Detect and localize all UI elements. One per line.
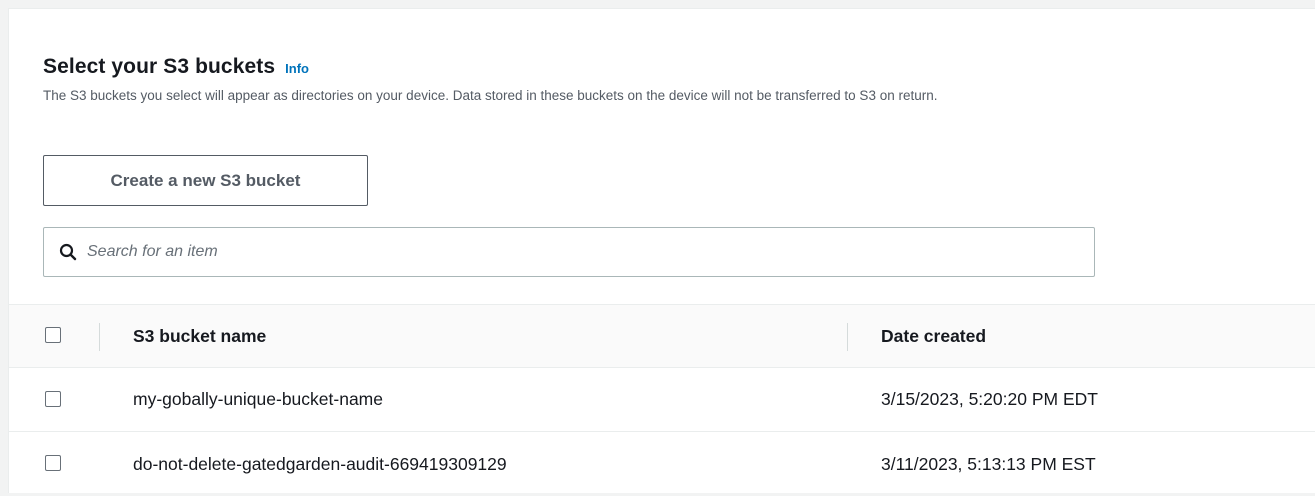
search-input[interactable]: [87, 243, 987, 261]
date-created-cell: 3/15/2023, 5:20:20 PM EDT: [881, 389, 1098, 409]
bucket-name-cell: do-not-delete-gatedgarden-audit-66941930…: [133, 453, 507, 474]
column-header-date-created[interactable]: Date created: [881, 305, 986, 367]
section-title: Select your S3 buckets: [43, 55, 276, 78]
table-header: S3 bucket name Date created: [9, 304, 1315, 368]
table-row[interactable]: do-not-delete-gatedgarden-audit-66941930…: [9, 432, 1315, 496]
section-header: Select your S3 buckets Info The S3 bucke…: [43, 55, 1275, 105]
row-checkbox[interactable]: [45, 455, 61, 471]
search-icon: [57, 241, 79, 263]
info-link[interactable]: Info: [285, 61, 309, 76]
bucket-table: S3 bucket name Date created my-gobally-u…: [9, 304, 1315, 496]
create-bucket-button[interactable]: Create a new S3 bucket: [43, 155, 368, 206]
s3-bucket-selection-panel: Select your S3 buckets Info The S3 bucke…: [8, 8, 1315, 493]
column-divider: [99, 323, 100, 351]
column-divider: [847, 323, 848, 351]
bucket-name-cell: my-gobally-unique-bucket-name: [133, 389, 383, 409]
section-description: The S3 buckets you select will appear as…: [43, 88, 938, 103]
column-header-bucket-name[interactable]: S3 bucket name: [133, 305, 266, 367]
title-row: Select your S3 buckets Info: [43, 55, 1275, 79]
table-row[interactable]: my-gobally-unique-bucket-name 3/15/2023,…: [9, 368, 1315, 432]
search-field[interactable]: [43, 227, 1095, 277]
date-created-cell: 3/11/2023, 5:13:13 PM EST: [881, 453, 1096, 474]
select-all-checkbox[interactable]: [45, 327, 61, 343]
row-checkbox[interactable]: [45, 390, 61, 407]
